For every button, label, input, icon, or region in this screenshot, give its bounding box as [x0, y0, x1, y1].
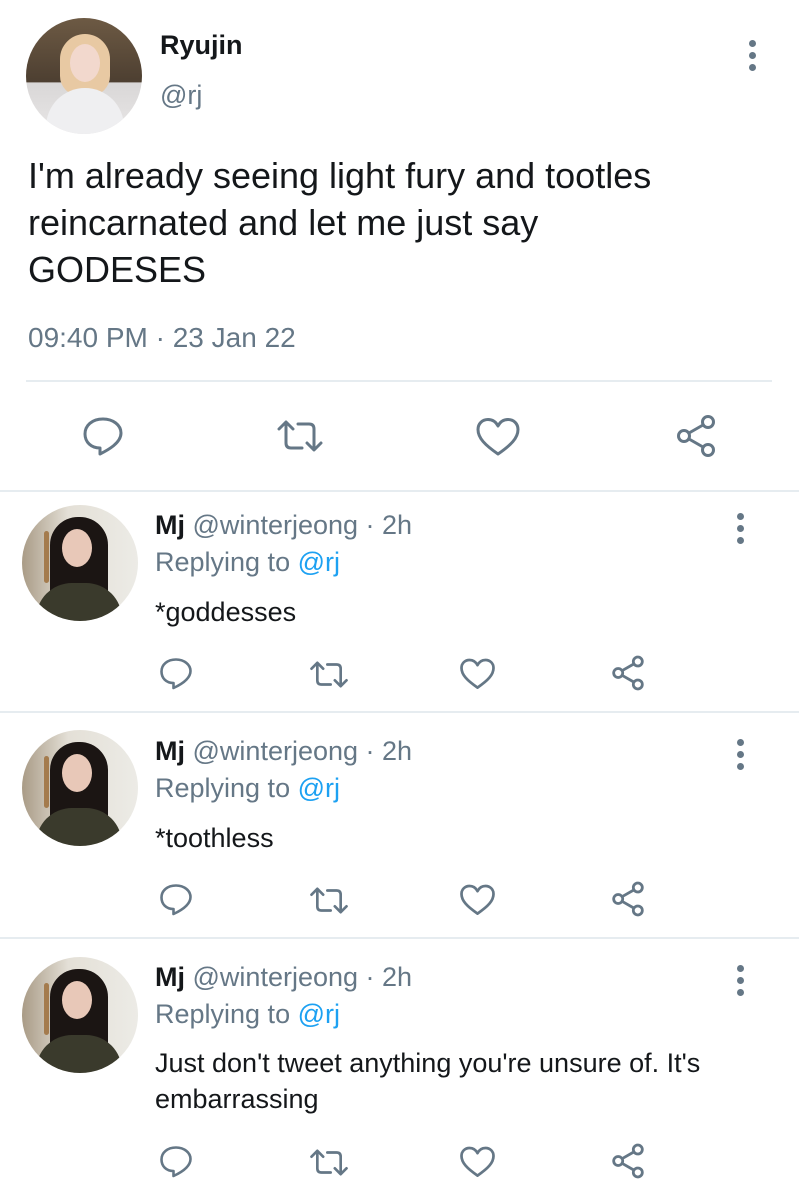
replying-to-label: Replying to — [155, 999, 291, 1029]
reply-header: Mj @winterjeong · 2h — [155, 962, 412, 993]
reply-text: *goddesses — [155, 597, 297, 627]
avatar-coat — [36, 583, 122, 621]
replying-to: Replying to @rj — [155, 773, 340, 804]
retweet-icon[interactable] — [309, 887, 349, 914]
avatar-face — [62, 981, 92, 1019]
reply-author-handle[interactable]: @winterjeong — [193, 962, 359, 992]
reply-icon[interactable] — [159, 883, 193, 916]
heart-icon[interactable] — [475, 417, 521, 457]
more-vertical-icon[interactable] — [733, 513, 747, 544]
heart-icon[interactable] — [459, 884, 496, 916]
replying-to: Replying to @rj — [155, 999, 340, 1030]
retweet-icon[interactable] — [309, 1149, 349, 1176]
more-vertical-icon[interactable] — [733, 739, 747, 770]
more-vertical-icon[interactable] — [733, 965, 747, 996]
reply-text: Just don't tweet anything you're unsure … — [155, 1048, 701, 1114]
author-name[interactable]: Ryujin — [160, 30, 243, 61]
share-icon[interactable] — [674, 414, 718, 458]
reply-author-name[interactable]: Mj — [155, 510, 185, 540]
divider — [26, 380, 772, 382]
reply-header: Mj @winterjeong · 2h — [155, 736, 412, 767]
separator — [0, 937, 799, 939]
retweet-icon[interactable] — [276, 420, 324, 452]
replying-to-mention[interactable]: @rj — [298, 999, 340, 1029]
reply-icon[interactable] — [82, 416, 124, 456]
replying-to-mention[interactable]: @rj — [298, 547, 340, 577]
reply-text: *toothless — [155, 823, 274, 853]
reply-avatar[interactable] — [22, 730, 138, 846]
avatar-coat — [36, 808, 122, 846]
reply-icon[interactable] — [159, 657, 193, 690]
replying-to: Replying to @rj — [155, 547, 340, 578]
tweet-text: I'm already seeing light fury and tootle… — [28, 155, 652, 290]
share-icon[interactable] — [610, 1143, 646, 1179]
reply-author-handle[interactable]: @winterjeong — [193, 510, 359, 540]
heart-icon[interactable] — [459, 658, 496, 690]
reply-time: · 2h — [365, 736, 413, 766]
avatar-face — [70, 44, 100, 82]
reply-time: · 2h — [365, 962, 413, 992]
replying-to-mention[interactable]: @rj — [298, 773, 340, 803]
avatar-fork — [44, 756, 49, 808]
replying-to-label: Replying to — [155, 773, 291, 803]
reply-icon[interactable] — [159, 1145, 193, 1178]
author-avatar[interactable] — [26, 18, 142, 134]
reply-author-name[interactable]: Mj — [155, 736, 185, 766]
more-vertical-icon[interactable] — [745, 40, 759, 71]
replying-to-label: Replying to — [155, 547, 291, 577]
avatar-face — [62, 754, 92, 792]
avatar-fork — [44, 531, 49, 583]
reply-avatar[interactable] — [22, 957, 138, 1073]
reply-author-handle[interactable]: @winterjeong — [193, 736, 359, 766]
retweet-icon[interactable] — [309, 661, 349, 688]
avatar-shoulders — [46, 88, 124, 134]
reply-author-name[interactable]: Mj — [155, 962, 185, 992]
separator — [0, 711, 799, 713]
avatar-fork — [44, 983, 49, 1035]
avatar-face — [62, 529, 92, 567]
reply-time: · 2h — [365, 510, 413, 540]
share-icon[interactable] — [610, 881, 646, 917]
author-handle[interactable]: @rj — [160, 80, 202, 111]
avatar-coat — [36, 1035, 122, 1073]
heart-icon[interactable] — [459, 1146, 496, 1178]
reply-avatar[interactable] — [22, 505, 138, 621]
tweet-timestamp: 09:40 PM · 23 Jan 22 — [28, 322, 296, 353]
reply-header: Mj @winterjeong · 2h — [155, 510, 412, 541]
separator — [0, 490, 799, 492]
share-icon[interactable] — [610, 655, 646, 691]
